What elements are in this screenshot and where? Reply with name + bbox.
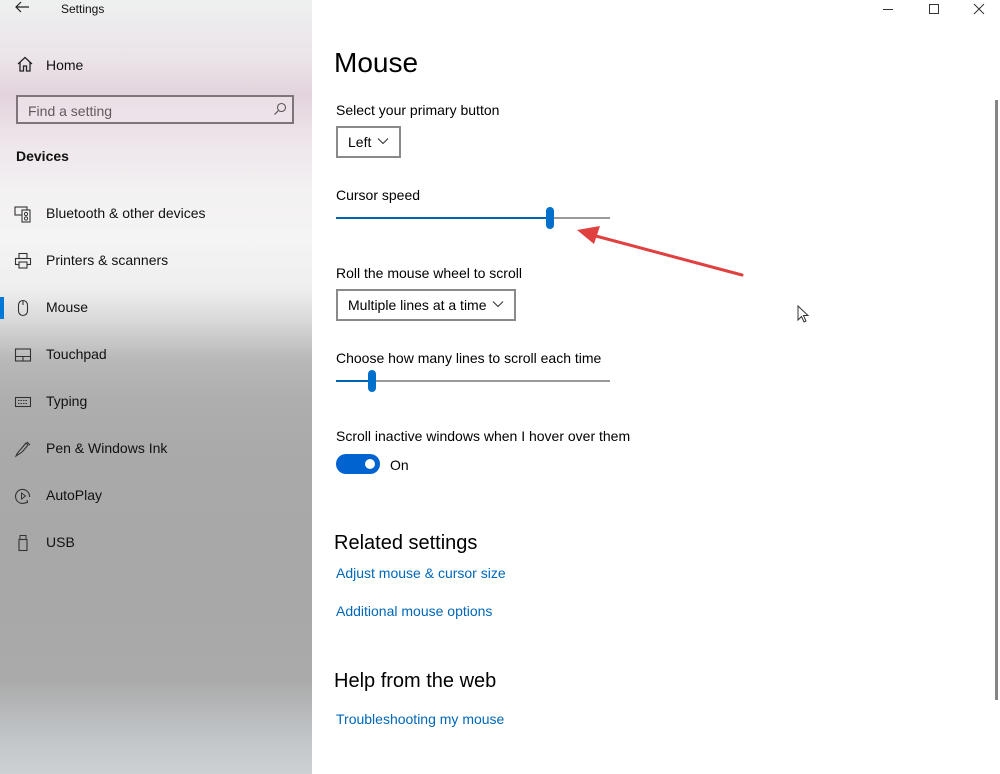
troubleshooting-link[interactable]: Troubleshooting my mouse (336, 711, 504, 727)
cursor-speed-slider[interactable] (336, 207, 610, 231)
sidebar-item-label: AutoPlay (46, 487, 103, 503)
sidebar-item-label: Mouse (46, 299, 89, 315)
search-icon[interactable] (273, 102, 287, 116)
search-input[interactable] (18, 97, 270, 124)
autoplay-icon (15, 488, 31, 504)
sidebar-item-home[interactable]: Home (0, 50, 312, 80)
section-label-devices: Devices (16, 148, 69, 164)
primary-button-dropdown[interactable]: Left (336, 126, 401, 158)
sidebar-item-label: Printers & scanners (46, 252, 169, 268)
dropdown-value: Multiple lines at a time (348, 297, 487, 313)
selection-indicator (0, 297, 4, 319)
inactive-scroll-label: Scroll inactive windows when I hover ove… (336, 428, 631, 444)
dropdown-value: Left (348, 134, 372, 150)
slider-thumb[interactable] (367, 370, 376, 392)
adjust-cursor-size-link[interactable]: Adjust mouse & cursor size (336, 565, 506, 581)
close-button[interactable] (955, 0, 1000, 20)
page-title: Mouse (334, 47, 419, 78)
scrollbar[interactable] (995, 100, 998, 700)
chevron-down-icon (492, 301, 504, 308)
slider-thumb[interactable] (545, 207, 554, 229)
minimize-icon (883, 9, 893, 10)
printer-icon (14, 252, 32, 269)
search-box (16, 95, 294, 124)
maximize-button[interactable] (910, 0, 956, 20)
lines-to-scroll-label: Choose how many lines to scroll each tim… (336, 350, 602, 366)
sidebar-item-autoplay[interactable]: AutoPlay (0, 475, 312, 515)
window-title: Settings (61, 2, 105, 16)
minimize-button[interactable] (864, 0, 910, 20)
sidebar-item-mouse[interactable]: Mouse (0, 287, 312, 327)
additional-mouse-options-link[interactable]: Additional mouse options (336, 603, 492, 619)
related-settings-heading: Related settings (334, 532, 478, 554)
sidebar-item-label: Touchpad (46, 346, 107, 362)
slider-fill (336, 380, 372, 382)
sidebar-item-usb[interactable]: USB (0, 522, 312, 562)
usb-icon (18, 535, 28, 552)
main-content: Mouse Select your primary button Left Cu… (312, 0, 1000, 774)
touchpad-icon (14, 348, 32, 362)
arrow-left-icon (15, 1, 29, 13)
keyboard-icon (14, 396, 32, 408)
help-from-web-heading: Help from the web (334, 670, 497, 692)
sidebar-item-label: Home (46, 57, 84, 73)
sidebar-item-bluetooth[interactable]: Bluetooth & other devices (0, 193, 312, 233)
sidebar-item-label: Bluetooth & other devices (46, 205, 206, 221)
chevron-down-icon (377, 138, 389, 145)
sidebar-item-touchpad[interactable]: Touchpad (0, 334, 312, 374)
sidebar-item-label: Pen & Windows Ink (46, 440, 168, 456)
mouse-icon (17, 299, 29, 317)
toggle-knob (365, 459, 375, 469)
sidebar-item-printers[interactable]: Printers & scanners (0, 240, 312, 280)
lines-to-scroll-slider[interactable] (336, 370, 610, 394)
bluetooth-devices-icon (14, 206, 31, 223)
maximize-icon (929, 4, 939, 14)
close-icon (973, 3, 985, 15)
wheel-scroll-label: Roll the mouse wheel to scroll (336, 265, 522, 281)
toggle-state-label: On (390, 457, 409, 473)
sidebar-item-label: USB (46, 534, 75, 550)
inactive-scroll-toggle[interactable] (336, 454, 380, 474)
pen-icon (14, 441, 31, 458)
sidebar-item-typing[interactable]: Typing (0, 381, 312, 421)
slider-fill (336, 217, 550, 219)
cursor-speed-label: Cursor speed (336, 187, 421, 203)
back-button[interactable] (14, 0, 34, 18)
sidebar-item-label: Typing (46, 393, 88, 409)
wheel-scroll-dropdown[interactable]: Multiple lines at a time (336, 289, 516, 321)
mouse-pointer-icon (797, 305, 810, 323)
slider-track (336, 380, 610, 382)
primary-button-label: Select your primary button (336, 102, 500, 118)
home-icon (17, 56, 33, 72)
sidebar-item-pen[interactable]: Pen & Windows Ink (0, 428, 312, 468)
sidebar: Settings Home Devices Bluetooth & other … (0, 0, 312, 774)
